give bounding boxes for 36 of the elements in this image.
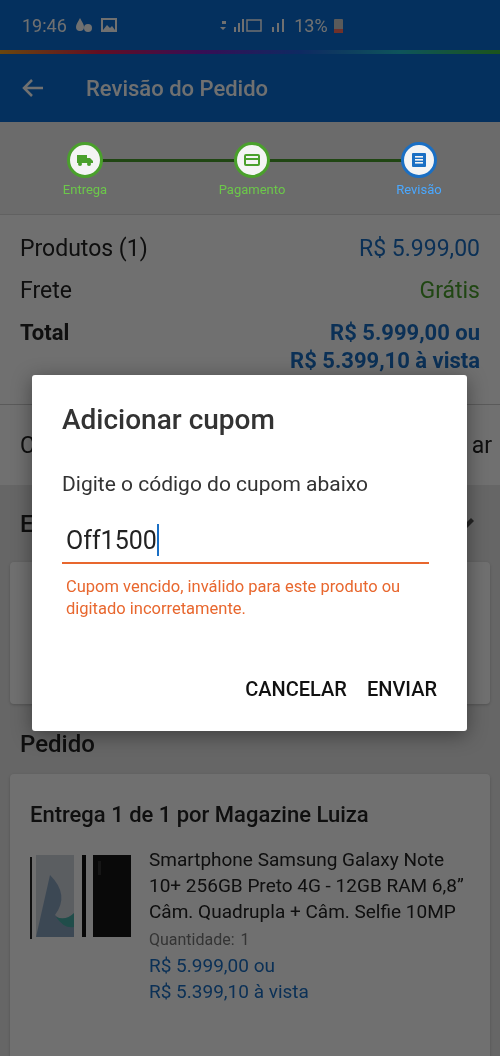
product-cash-price: R$ 5.399,10 à vista xyxy=(149,979,310,1005)
summary-label: Total xyxy=(20,319,70,347)
status-time: 19:46 xyxy=(22,14,67,36)
section-heading: E xyxy=(19,509,35,538)
summary-label: Produtos (1) xyxy=(20,235,148,263)
document-icon xyxy=(412,153,426,167)
coupon-action-link[interactable]: ar xyxy=(471,431,492,459)
page-title: Revisão do Pedido xyxy=(86,75,269,101)
delivery-title: Entrega 1 de 1 por Magazine Luiza xyxy=(30,802,370,827)
dialog-button[interactable]: CANCELAR xyxy=(239,669,353,709)
card-icon xyxy=(244,154,260,166)
dialog-button[interactable]: ENVIAR xyxy=(360,669,443,709)
product-name: Smartphone Samsung Galaxy Note 10+ 256GB Preto 4G - 12GB RAM 6,8” Câm. Quadrupla + Câm. Selfie 10MP xyxy=(149,847,465,925)
coupon-input-field[interactable]: Off1500 xyxy=(62,514,429,564)
signal-icon xyxy=(220,17,265,33)
back-arrow-icon[interactable] xyxy=(22,78,44,98)
error-message: Cupom vencido, inválido para este produto ou digitado incorretamente. xyxy=(65,576,402,620)
step-label: Entrega xyxy=(62,182,108,197)
dialog-message: Digite o código do cupom abaixo xyxy=(62,472,369,496)
dialog-title: Adicionar cupom xyxy=(62,403,276,436)
battery-percent: 13% xyxy=(294,14,328,36)
water-drop-clock-icon xyxy=(74,17,93,33)
section-heading: Pedido xyxy=(19,730,96,758)
battery-icon xyxy=(333,17,343,33)
summary-value: R$ 5.399,10 à vista xyxy=(290,347,480,375)
image-icon xyxy=(100,18,117,32)
step-label: Revisão xyxy=(396,182,442,197)
summary-label: Frete xyxy=(20,277,72,305)
summary-value: R$ 5.999,00 ou xyxy=(330,319,480,347)
quantity-label: Quantidade: xyxy=(149,929,235,951)
product-price: R$ 5.999,00 ou xyxy=(149,953,276,979)
summary-value: Grátis xyxy=(419,277,480,305)
step-label: Pagamento xyxy=(218,182,286,197)
summary-value: R$ 5.999,00 xyxy=(359,235,480,263)
quantity-value: 1 xyxy=(240,929,250,951)
truck-icon xyxy=(77,154,93,166)
